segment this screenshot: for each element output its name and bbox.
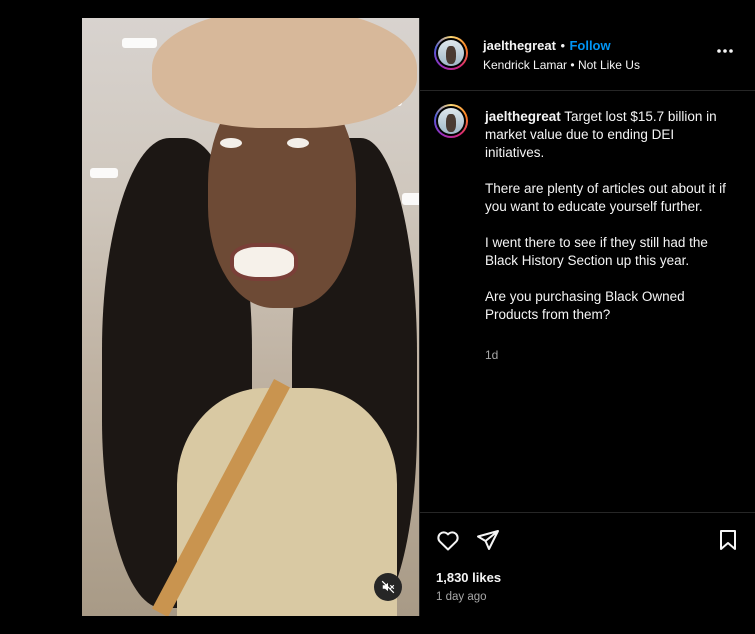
author-avatar[interactable] [434,36,468,70]
ceiling-light [402,193,419,205]
mute-toggle-button[interactable] [374,573,402,601]
post-sidebar: jaelthegreat • Follow Kendrick Lamar • N… [419,18,755,616]
author-username[interactable]: jaelthegreat [483,38,556,53]
ceiling-light [90,168,118,178]
post-date[interactable]: 1 day ago [436,591,487,603]
post-actions: 1,830 likes 1 day ago [420,512,755,617]
instagram-post: jaelthegreat • Follow Kendrick Lamar • N… [82,18,755,616]
audio-artist: Kendrick Lamar [483,58,568,72]
audio-track: Not Like Us [577,58,640,72]
bookmark-icon[interactable] [718,529,738,551]
caption-author-avatar[interactable] [434,104,468,138]
caption-text-block: jaelthegreat Target lost $15.7 billion i… [485,108,730,324]
separator: • [560,38,565,53]
send-icon[interactable] [476,529,500,551]
caption-username[interactable]: jaelthegreat [485,109,561,124]
video-subject-eye [220,138,242,148]
video-subject-cap [152,18,417,128]
heart-icon[interactable] [436,529,460,551]
video-subject-eye [287,138,309,148]
more-horizontal-icon[interactable] [716,48,734,54]
caption-age: 1d [485,348,499,362]
ceiling-light [122,38,157,48]
video-player[interactable] [82,18,419,616]
post-header: jaelthegreat • Follow Kendrick Lamar • N… [420,18,755,91]
likes-count[interactable]: 1,830 likes [436,570,501,585]
audio-attribution[interactable]: Kendrick Lamar • Not Like Us [483,58,640,72]
audio-separator: • [570,58,575,72]
follow-button[interactable]: Follow [569,38,610,53]
video-subject-mouth [230,243,298,281]
speaker-muted-icon [381,580,395,594]
caption-text: Target lost $15.7 billion in market valu… [485,109,726,322]
caption-area: jaelthegreat Target lost $15.7 billion i… [420,90,755,512]
